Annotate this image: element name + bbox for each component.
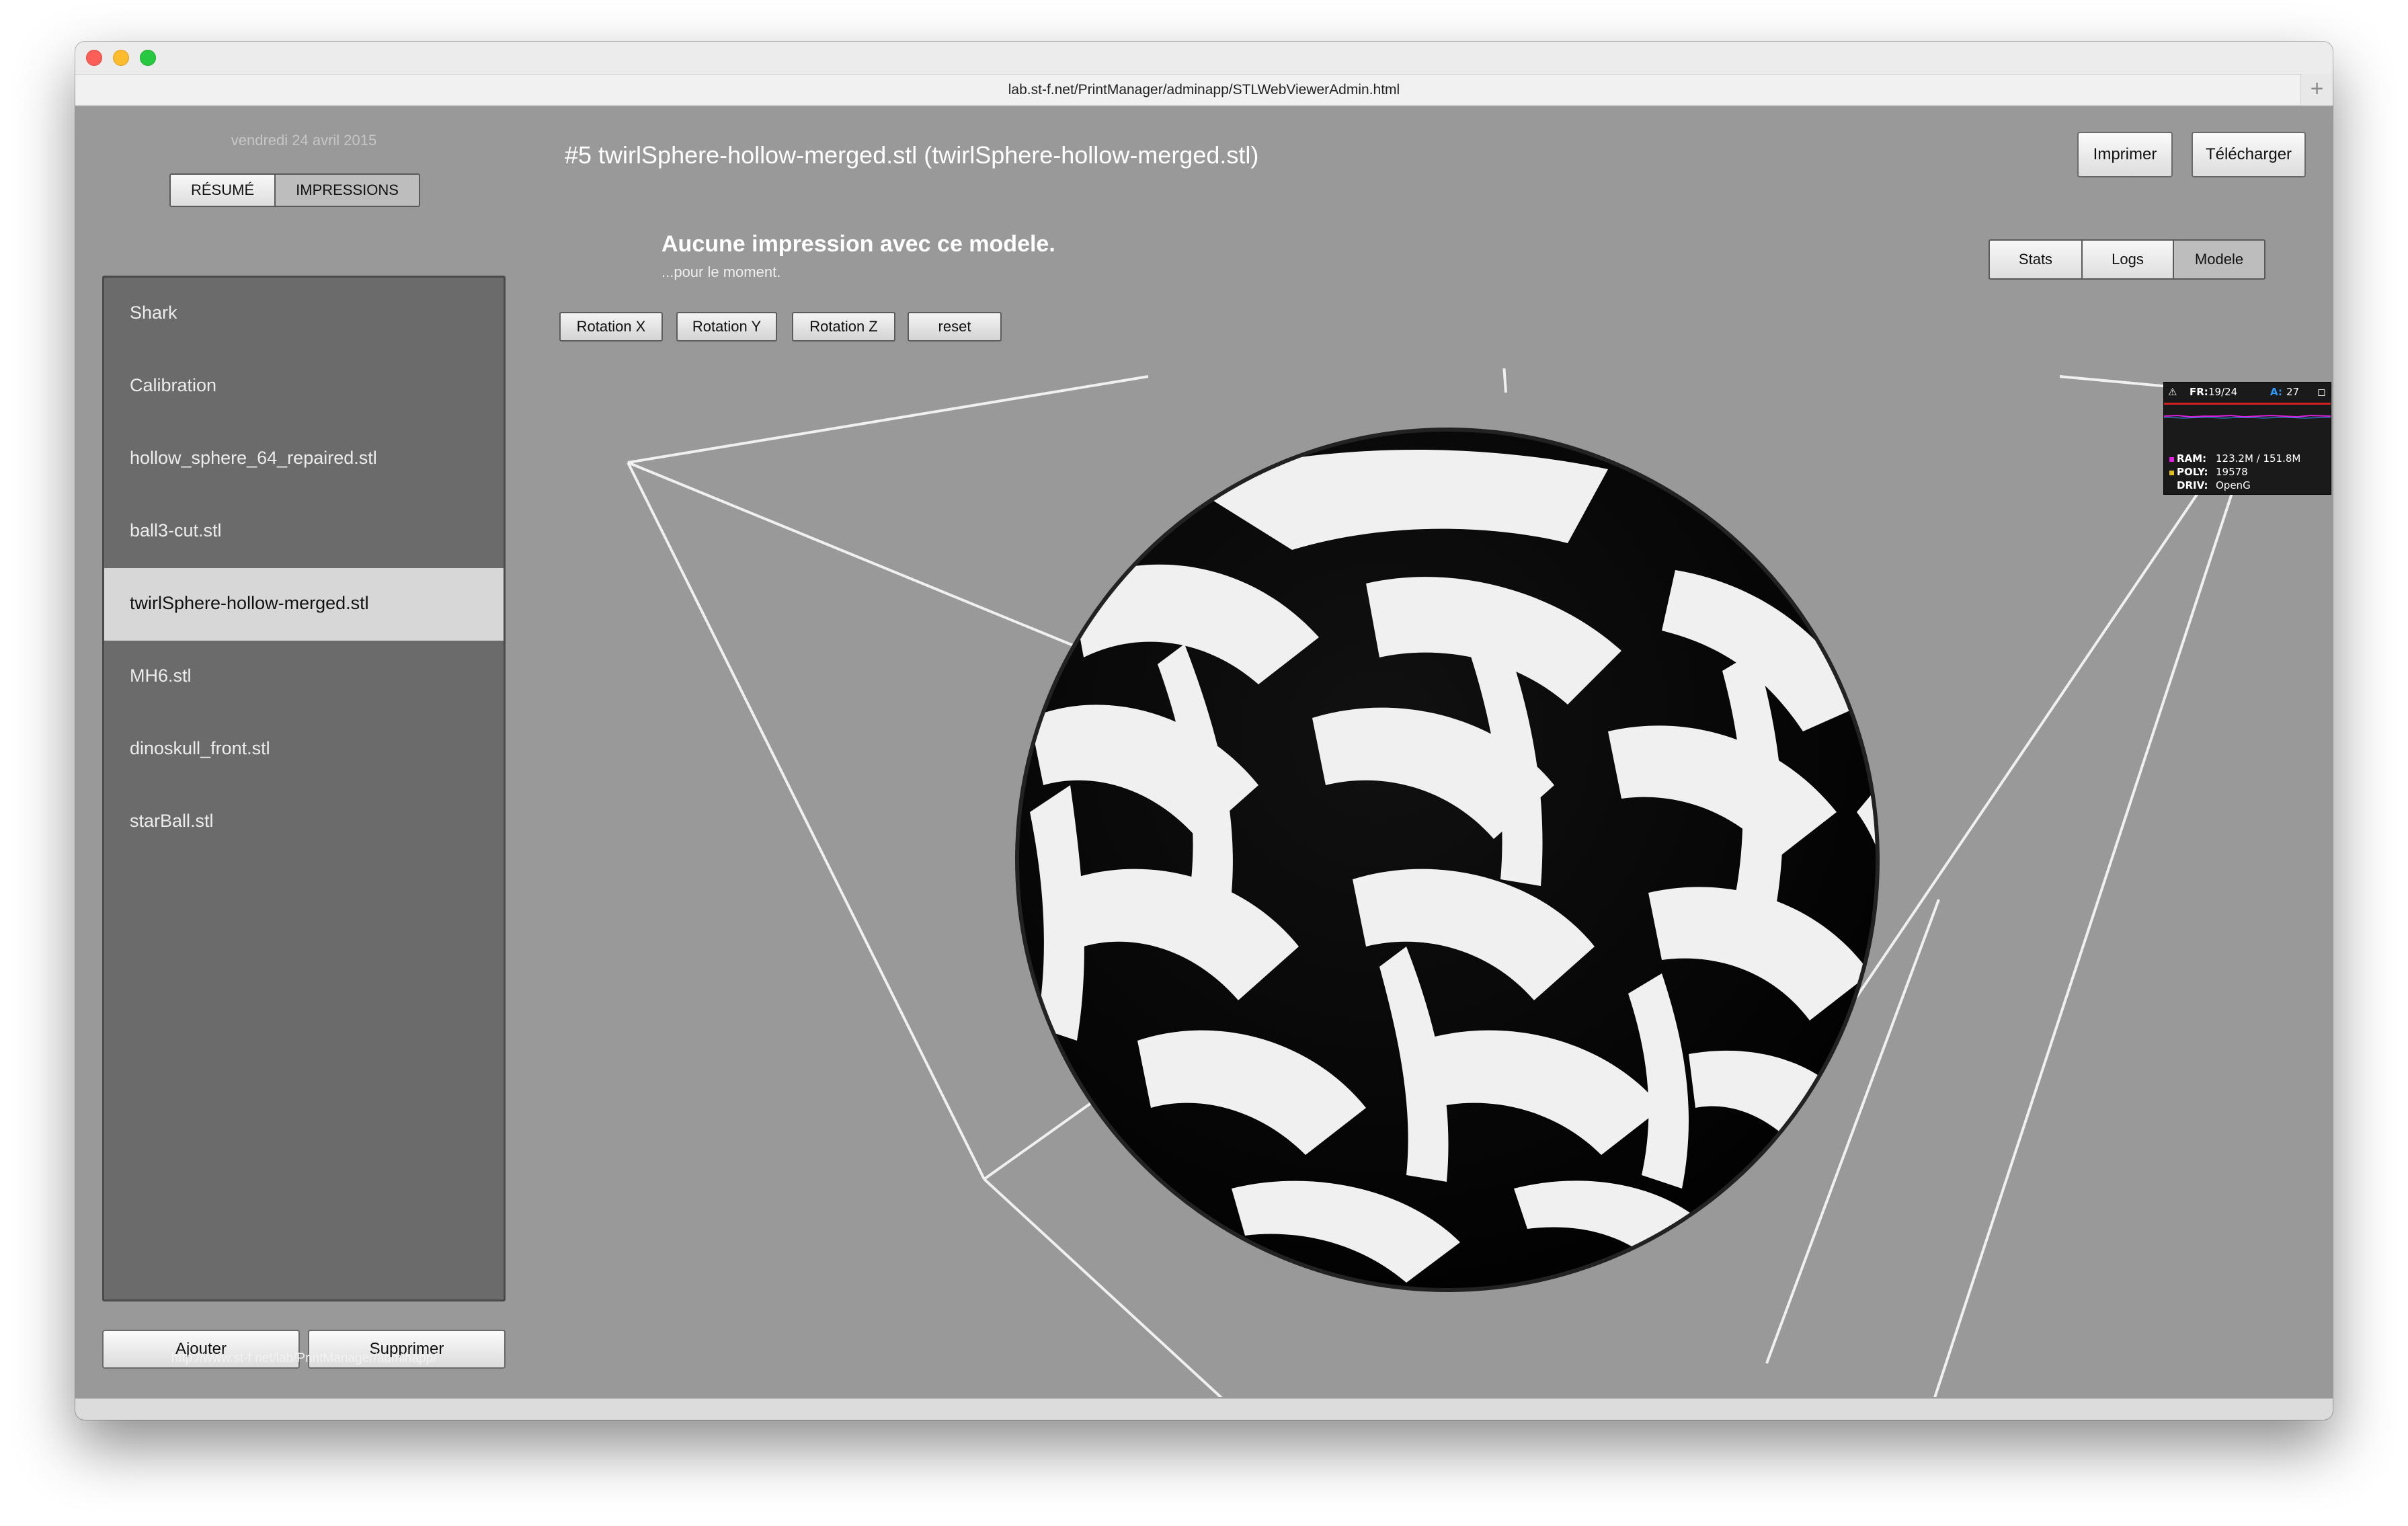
minimize-window-button[interactable] bbox=[113, 50, 129, 66]
ram-row: RAM: 123.2M / 151.8M bbox=[2169, 452, 2300, 465]
ram-label: RAM: bbox=[2177, 452, 2207, 465]
sphere-model bbox=[1015, 428, 1880, 1292]
status-bar bbox=[75, 1398, 2333, 1420]
zoom-window-button[interactable] bbox=[140, 50, 156, 66]
driv-label: DRIV: bbox=[2177, 479, 2208, 491]
ram-value: 123.2M / 151.8M bbox=[2216, 452, 2301, 465]
a-label: A: bbox=[2270, 386, 2282, 398]
window-icon: ◻ bbox=[2317, 386, 2326, 398]
tab-resume[interactable]: RÉSUMÉ bbox=[171, 175, 275, 206]
poly-label: POLY: bbox=[2177, 466, 2208, 478]
stats-divider bbox=[2164, 403, 2331, 405]
list-item[interactable]: dinoskull_front.stl bbox=[104, 713, 504, 786]
driv-row: DRIV: OpenG bbox=[2169, 479, 2251, 491]
list-item[interactable]: starBall.stl bbox=[104, 786, 504, 858]
list-item[interactable]: ball3-cut.stl bbox=[104, 495, 504, 568]
app-content: vendredi 24 avril 2015 RÉSUMÉ IMPRESSION… bbox=[75, 106, 2333, 1398]
tab-stats[interactable]: Stats bbox=[1990, 241, 2081, 278]
a-value: 27 bbox=[2286, 386, 2300, 398]
browser-window: lab.st-f.net/PrintManager/adminapp/STLWe… bbox=[75, 42, 2333, 1420]
rotation-y-button[interactable]: Rotation Y bbox=[676, 312, 777, 342]
rotation-x-button[interactable]: Rotation X bbox=[559, 312, 663, 342]
poly-value: 19578 bbox=[2216, 466, 2248, 478]
fr-value: 19/24 bbox=[2208, 386, 2238, 398]
close-window-button[interactable] bbox=[86, 50, 102, 66]
tab-modele[interactable]: Modele bbox=[2173, 241, 2264, 278]
list-item[interactable]: Calibration bbox=[104, 350, 504, 423]
stl-viewport[interactable] bbox=[559, 368, 2321, 1397]
tab-impressions[interactable]: IMPRESSIONS bbox=[274, 175, 419, 206]
download-button[interactable]: Télécharger bbox=[2192, 132, 2306, 177]
poly-row: POLY: 19578 bbox=[2169, 466, 2248, 478]
title-bar: lab.st-f.net/PrintManager/adminapp/STLWe… bbox=[75, 42, 2333, 106]
tab-logs[interactable]: Logs bbox=[2081, 241, 2173, 278]
sidebar-tabs: RÉSUMÉ IMPRESSIONS bbox=[169, 173, 420, 207]
list-item[interactable]: MH6.stl bbox=[104, 641, 504, 713]
list-item-selected[interactable]: twirlSphere-hollow-merged.stl bbox=[104, 568, 504, 641]
driv-value: OpenG bbox=[2216, 479, 2251, 491]
page-title: #5 twirlSphere-hollow-merged.stl (twirlS… bbox=[565, 141, 1259, 169]
empty-state-headline: Aucune impression avec ce modele. bbox=[661, 231, 1055, 257]
stats-graph bbox=[2164, 415, 2331, 419]
new-tab-button[interactable]: + bbox=[2300, 74, 2333, 105]
address-bar[interactable]: lab.st-f.net/PrintManager/adminapp/STLWe… bbox=[75, 74, 2333, 105]
date-label: vendredi 24 avril 2015 bbox=[231, 132, 377, 149]
warning-icon: ⚠ bbox=[2168, 386, 2177, 398]
model-list: Shark Calibration hollow_sphere_64_repai… bbox=[102, 276, 506, 1301]
fr-label: FR: bbox=[2190, 386, 2208, 398]
print-button[interactable]: Imprimer bbox=[2077, 132, 2173, 177]
reset-button[interactable]: reset bbox=[908, 312, 1002, 342]
view-tabs: Stats Logs Modele bbox=[1989, 239, 2265, 280]
empty-state-subline: ...pour le moment. bbox=[661, 264, 781, 280]
list-item[interactable]: Shark bbox=[104, 278, 504, 350]
footer-link[interactable]: http://www.st-f.net/lab/PrintManager/adm… bbox=[75, 1351, 532, 1366]
rotation-z-button[interactable]: Rotation Z bbox=[792, 312, 895, 342]
stats-header: ⚠ FR: 19/24 A: 27 ◻ bbox=[2168, 386, 2327, 399]
list-item[interactable]: hollow_sphere_64_repaired.stl bbox=[104, 423, 504, 495]
stats-overlay: ⚠ FR: 19/24 A: 27 ◻ RAM: 123.2M / 151.8M … bbox=[2163, 382, 2331, 495]
